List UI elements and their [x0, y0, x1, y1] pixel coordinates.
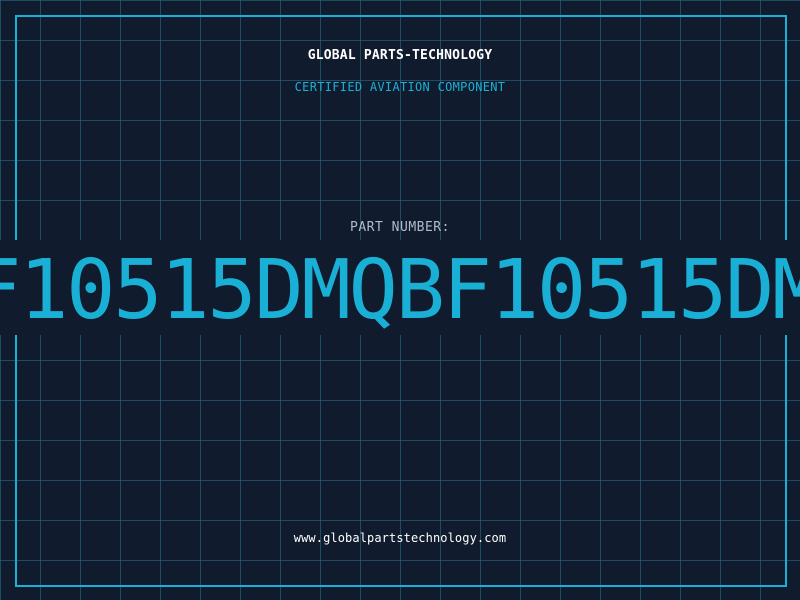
company-name: GLOBAL PARTS-TECHNOLOGY — [307, 48, 493, 63]
subtitle: CERTIFIED AVIATION COMPONENT — [294, 80, 506, 94]
website-url: www.globalpartstechnology.com — [293, 531, 507, 545]
banner-page: GLOBAL PARTS-TECHNOLOGY CERTIFIED AVIATI… — [0, 0, 800, 600]
part-number-label: PART NUMBER: — [350, 220, 450, 235]
part-number-band: F10515DMQBF10515DMQB — [0, 240, 800, 335]
part-number-value: F10515DMQBF10515DMQB — [0, 243, 800, 335]
